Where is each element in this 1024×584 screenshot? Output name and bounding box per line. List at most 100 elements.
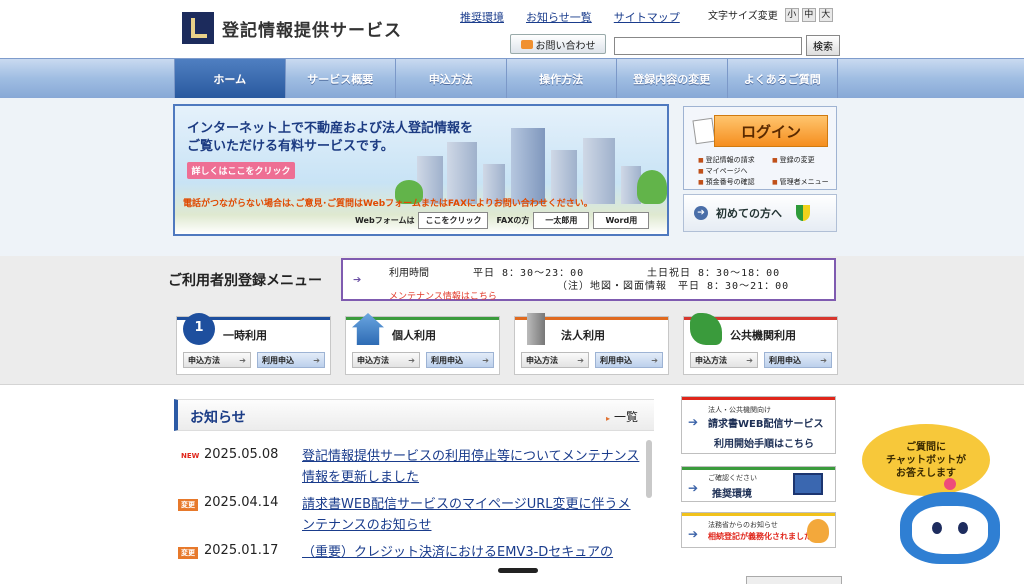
hero-title: インターネット上で不動産および法人登記情報を ご覧いただける有料サービスです。 xyxy=(187,121,474,154)
news-all-link[interactable]: 一覧 xyxy=(606,408,638,425)
contact-label: お問い合わせ xyxy=(535,40,596,52)
news-list: NEW 2025.05.08 登記情報提供サービスの利用停止等についてメンテナンス情… xyxy=(176,444,646,584)
nav-faq[interactable]: よくあるご質問 xyxy=(728,59,838,99)
mascot-icon xyxy=(807,519,829,543)
hero-detail-button[interactable]: 詳しくはここをクリック xyxy=(187,162,295,179)
arrow-right-icon: ➔ xyxy=(694,206,708,220)
apply-method-button[interactable]: 申込方法 ➔ xyxy=(352,352,420,368)
building-icon xyxy=(527,313,545,345)
card-public: 公共機関利用申込方法 ➔ 利用申込 ➔ xyxy=(683,313,838,375)
hero-contact-form: Webフォームは ここをクリック FAXの方 一太郎用 Word用 xyxy=(355,212,650,229)
recommended-env-card[interactable]: ➔ ご確認ください 推奨環境 xyxy=(681,466,836,502)
user-menu-title: ご利用者別登録メニュー xyxy=(168,273,322,289)
monitor-icon xyxy=(793,473,823,495)
news-date: 2025.04.14 xyxy=(204,495,279,510)
arrow-right-icon: ➔ xyxy=(688,415,699,429)
card-title: 公共機関利用 xyxy=(730,329,796,342)
arrow-right-icon: ➔ xyxy=(353,272,362,288)
font-size-label: 文字サイズ変更 xyxy=(708,11,778,22)
arrow-right-icon: ➔ xyxy=(482,355,489,365)
news-link[interactable]: 請求書WEB配信サービスのマイページURL変更に伴うメンテナンスのお知らせ xyxy=(302,494,642,536)
search-button[interactable]: 検索 xyxy=(806,35,840,56)
apply-method-button[interactable]: 申込方法 ➔ xyxy=(690,352,758,368)
apply-method-button[interactable]: 申込方法 ➔ xyxy=(521,352,589,368)
card-title: 法人利用 xyxy=(561,329,605,342)
arrow-right-icon: ➔ xyxy=(577,355,584,365)
arrow-right-icon: ➔ xyxy=(651,355,658,365)
news-title: お知らせ xyxy=(190,410,246,426)
news-link[interactable]: （重要）クレジット決済におけるEMV3-Dセキュアの xyxy=(302,542,642,563)
arrow-right-icon: ➔ xyxy=(688,481,699,495)
news-badge: 変更 xyxy=(178,547,198,559)
nav-home[interactable]: ホーム xyxy=(174,59,286,99)
first-time-button[interactable]: ➔ 初めての方へ xyxy=(683,194,837,232)
one-time-icon: 1 xyxy=(183,313,215,345)
contact-button[interactable]: お問い合わせ xyxy=(510,34,606,54)
news-link[interactable]: 登記情報提供サービスの利用停止等についてメンテナンス情報を更新しました xyxy=(302,446,642,488)
hours-box[interactable]: ➔ 利用時間 平日 8：30～23：00 土日祝日 8：30～18：00 （注）… xyxy=(341,258,836,302)
beginner-leaf-icon xyxy=(796,205,810,221)
chatbot-robot-icon[interactable] xyxy=(900,478,1000,564)
nav-operation[interactable]: 操作方法 xyxy=(507,59,617,99)
arrow-right-icon: ➔ xyxy=(239,355,246,365)
font-small-button[interactable]: 小 xyxy=(784,7,799,22)
search-input[interactable] xyxy=(614,37,802,55)
fax-label: FAXの方 xyxy=(496,216,530,225)
user-type-cards: 1 一時利用申込方法 ➔ 利用申込 ➔ 個人利用申込方法 ➔ 利用申込 ➔ 法人利用申込方法 ➔ 利用… xyxy=(176,313,838,375)
news-date: 2025.01.17 xyxy=(204,543,279,558)
nav-application[interactable]: 申込方法 xyxy=(396,59,507,99)
global-nav: ホーム サービス概要 申込方法 操作方法 登録内容の変更 よくあるご質問 xyxy=(0,58,1024,99)
news-header: お知らせ 一覧 xyxy=(174,399,654,431)
card-one-time: 1 一時利用申込方法 ➔ 利用申込 ➔ xyxy=(176,313,331,375)
fax-word-button[interactable]: Word用 xyxy=(593,212,650,229)
login-button[interactable]: ログイン xyxy=(714,115,828,147)
webform-button[interactable]: ここをクリック xyxy=(418,212,489,229)
document-icon xyxy=(692,117,716,145)
apply-button[interactable]: 利用申込 ➔ xyxy=(764,352,832,368)
hero-banner: インターネット上で不動産および法人登記情報を ご覧いただける有料サービスです。 … xyxy=(173,104,669,236)
ministry-notice-card[interactable]: ➔ 法務省からのお知らせ 相続登記が義務化されました xyxy=(681,512,836,548)
news-date: 2025.05.08 xyxy=(204,447,279,462)
link-recommended-env[interactable]: 推奨環境 xyxy=(460,9,504,25)
hero-notice: 電話がつながらない場合は､ご意見･ご質問はWebフォームまたはFAXによりお問い… xyxy=(183,199,593,209)
login-link-change[interactable]: 登録の変更 xyxy=(772,155,842,165)
apply-button[interactable]: 利用申込 ➔ xyxy=(595,352,663,368)
chatbot-bubble[interactable]: ご質問に チャットボットが お答えします xyxy=(862,424,990,496)
login-link-admin[interactable]: 管理者メニュー xyxy=(772,177,842,187)
site-logo[interactable]: 登記情報提供サービス xyxy=(182,12,402,44)
maintenance-link[interactable]: メンテナンス情報はこちら xyxy=(389,289,497,302)
font-large-button[interactable]: 大 xyxy=(818,7,833,22)
fax-ichitaro-button[interactable]: 一太郎用 xyxy=(533,212,590,229)
mail-icon xyxy=(520,39,533,49)
login-link-mypage[interactable]: マイページへ xyxy=(698,166,772,176)
font-medium-button[interactable]: 中 xyxy=(801,7,816,22)
apply-method-button[interactable]: 申込方法 ➔ xyxy=(183,352,251,368)
login-link-deposit[interactable]: 預金番号の確認 xyxy=(698,177,772,187)
arrow-right-icon: ➔ xyxy=(688,527,699,541)
home-indicator xyxy=(498,568,538,573)
card-title: 個人利用 xyxy=(392,329,436,342)
news-item: 変更 2025.01.17 （重要）クレジット決済におけるEMV3-Dセキュアの xyxy=(176,540,646,584)
page-top-link[interactable] xyxy=(746,576,842,584)
apply-button[interactable]: 利用申込 ➔ xyxy=(426,352,494,368)
news-scrollbar[interactable] xyxy=(646,440,652,498)
invoice-web-card[interactable]: ➔ 法人・公共機関向け 請求書WEB配信サービス 利用開始手順はこちら xyxy=(681,396,836,454)
link-sitemap[interactable]: サイトマップ xyxy=(614,9,680,25)
nav-service-overview[interactable]: サービス概要 xyxy=(286,59,396,99)
news-badge: 変更 xyxy=(178,499,198,511)
nav-change-registration[interactable]: 登録内容の変更 xyxy=(617,59,728,99)
card-personal: 個人利用申込方法 ➔ 利用申込 ➔ xyxy=(345,313,500,375)
header: 登記情報提供サービス 推奨環境 お知らせ一覧 サイトマップ 文字サイズ変更 小 … xyxy=(0,0,1024,58)
card-title: 一時利用 xyxy=(223,329,267,342)
link-news-list[interactable]: お知らせ一覧 xyxy=(526,9,592,25)
news-item: 変更 2025.04.14 請求書WEB配信サービスのマイページURL変更に伴うメン… xyxy=(176,492,646,540)
top-links: 推奨環境 お知らせ一覧 サイトマップ xyxy=(460,9,680,25)
apply-button[interactable]: 利用申込 ➔ xyxy=(257,352,325,368)
font-size-changer: 文字サイズ変更 小 中 大 xyxy=(708,7,833,22)
arrow-right-icon: ➔ xyxy=(746,355,753,365)
login-link-request[interactable]: 登記情報の請求 xyxy=(698,155,772,165)
arrow-right-icon: ➔ xyxy=(313,355,320,365)
arrow-right-icon: ➔ xyxy=(408,355,415,365)
logo-text: 登記情報提供サービス xyxy=(222,20,402,41)
login-links: 登記情報の請求 登録の変更 マイページへ . 預金番号の確認 管理者メニュー xyxy=(698,155,842,187)
